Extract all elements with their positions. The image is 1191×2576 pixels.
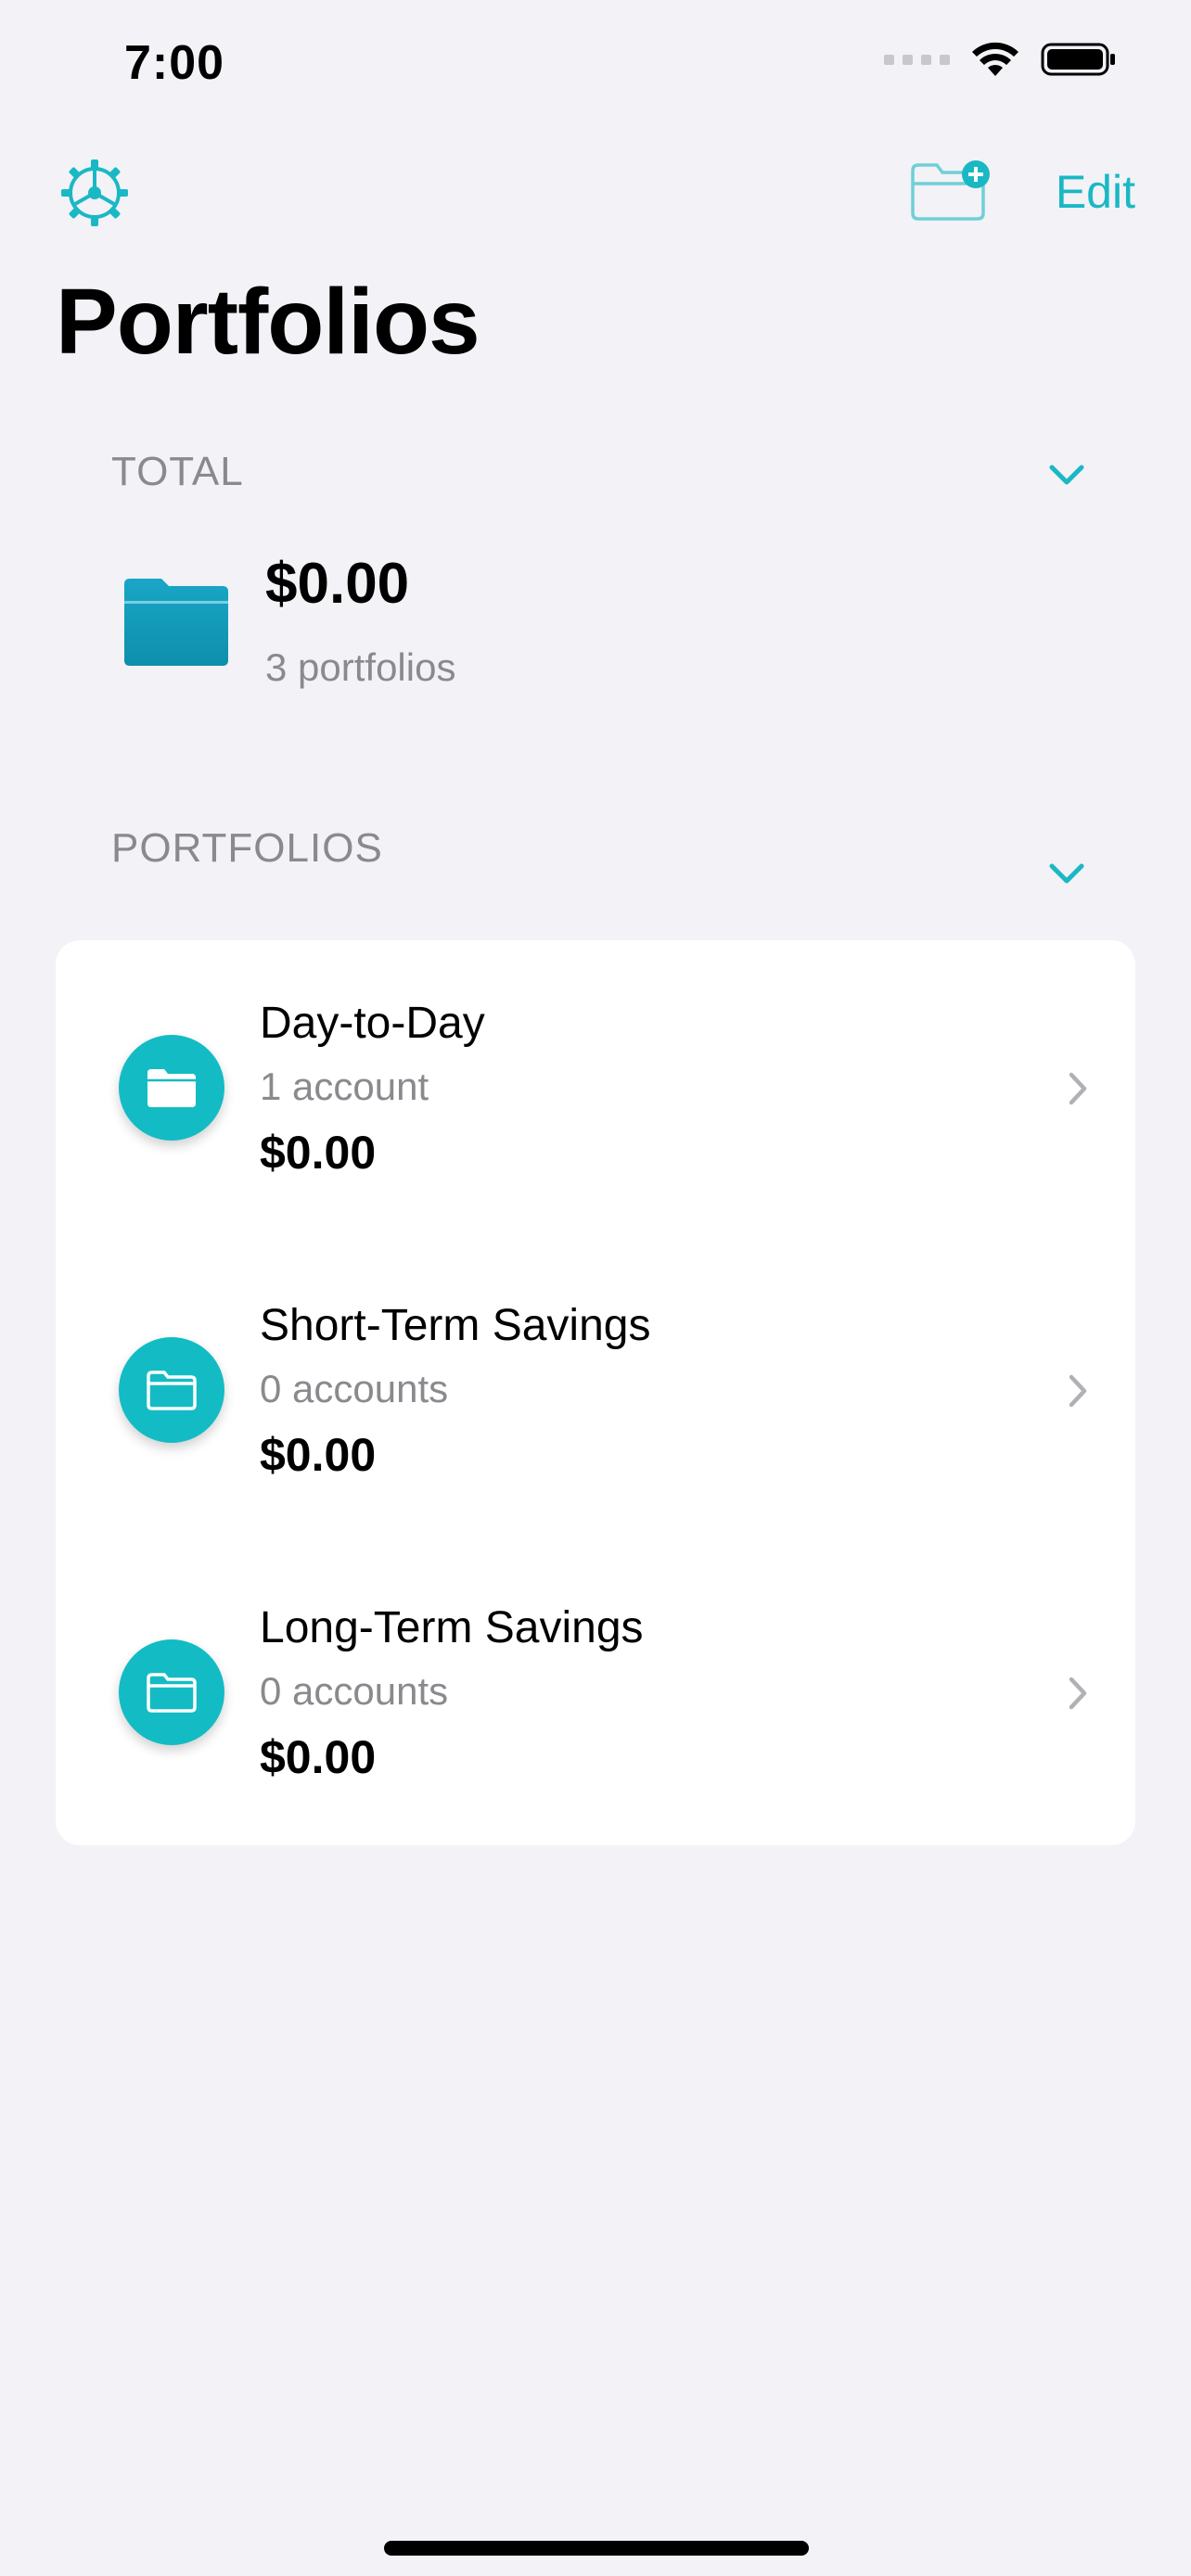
portfolio-name: Short-Term Savings xyxy=(260,1301,651,1350)
chevron-down-icon xyxy=(1049,863,1084,884)
folder-add-icon xyxy=(911,160,990,221)
settings-button[interactable] xyxy=(59,158,130,233)
chevron-right-icon xyxy=(1067,1070,1089,1112)
status-time: 7:00 xyxy=(124,36,225,90)
portfolios-collapse-button[interactable] xyxy=(1046,861,1087,891)
chevron-down-icon xyxy=(1049,465,1084,485)
total-folder-icon xyxy=(121,575,232,672)
portfolio-row[interactable]: Day-to-Day 1 account $0.00 xyxy=(56,940,1135,1243)
portfolio-account-count: 0 accounts xyxy=(260,1367,449,1410)
gear-icon xyxy=(61,159,128,226)
portfolio-row[interactable]: Short-Term Savings 0 accounts $0.00 xyxy=(56,1243,1135,1545)
chevron-right-icon xyxy=(1067,1372,1089,1414)
total-collapse-button[interactable] xyxy=(1046,462,1087,492)
edit-button[interactable]: Edit xyxy=(1056,165,1135,219)
battery-icon xyxy=(1041,43,1115,76)
page-title: Portfolios xyxy=(56,270,480,374)
total-portfolio-count: 3 portfolios xyxy=(265,645,456,689)
portfolio-name: Long-Term Savings xyxy=(260,1603,644,1652)
chevron-right-icon xyxy=(1067,1675,1089,1716)
total-section-header: TOTAL xyxy=(111,449,244,494)
portfolio-row[interactable]: Long-Term Savings 0 accounts $0.00 xyxy=(56,1545,1135,1847)
total-amount: $0.00 xyxy=(265,552,410,616)
folder-outline-icon xyxy=(147,1371,197,1410)
wifi-icon xyxy=(972,42,1018,76)
portfolio-icon xyxy=(119,1035,224,1141)
folder-filled-icon xyxy=(147,1069,196,1107)
home-indicator[interactable] xyxy=(384,2541,809,2556)
cellular-signal-icon xyxy=(884,54,950,65)
portfolio-account-count: 0 accounts xyxy=(260,1669,449,1713)
status-indicators xyxy=(884,41,1117,78)
portfolio-account-count: 1 account xyxy=(260,1065,429,1108)
portfolio-icon xyxy=(119,1337,224,1443)
add-portfolio-button[interactable] xyxy=(909,159,994,229)
portfolio-amount: $0.00 xyxy=(260,1731,377,1783)
portfolio-list: Day-to-Day 1 account $0.00 Short-Term Sa… xyxy=(56,940,1135,1845)
portfolios-section-header: PORTFOLIOS xyxy=(111,825,383,871)
portfolio-name: Day-to-Day xyxy=(260,999,485,1048)
folder-outline-icon xyxy=(147,1673,197,1713)
portfolio-amount: $0.00 xyxy=(260,1127,377,1179)
portfolio-icon xyxy=(119,1639,224,1745)
portfolio-amount: $0.00 xyxy=(260,1429,377,1481)
